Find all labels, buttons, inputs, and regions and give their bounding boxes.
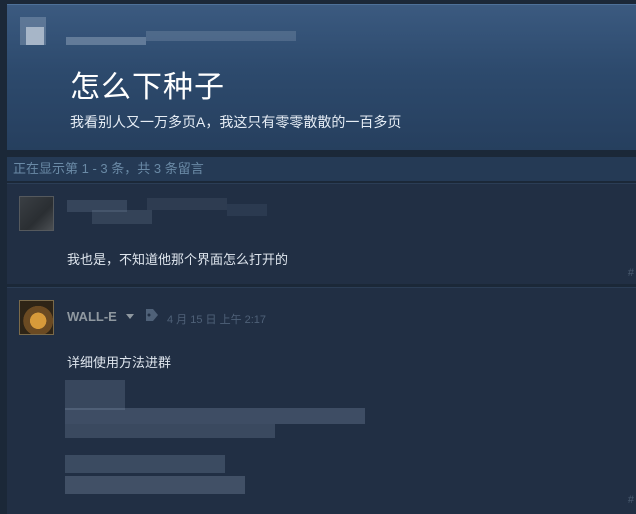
comment-count-bar: 正在显示第 1 - 3 条，共 3 条留言: [7, 157, 636, 181]
comment-item: 我也是，不知道他那个界面怎么打开的 #: [7, 183, 636, 284]
comment-hash[interactable]: #: [628, 494, 634, 506]
comment-text: 详细使用方法进群: [67, 355, 172, 370]
comment-hash[interactable]: #: [628, 267, 634, 279]
comment-item: WALL-E 4 月 15 日 上午 2:17 详细使用方法进群 #: [7, 287, 636, 514]
topic-body: 我看别人又一万多页A，我这只有零零散散的一百多页: [70, 114, 402, 130]
topic-author-blurred: [16, 13, 296, 59]
author-name[interactable]: WALL-E: [67, 309, 117, 324]
comment-text: 我也是，不知道他那个界面怎么打开的: [67, 252, 289, 267]
avatar[interactable]: [19, 300, 54, 335]
comment-timestamp: 4 月 15 日 上午 2:17: [167, 314, 267, 326]
topic-header: 怎么下种子 我看别人又一万多页A，我这只有零零散散的一百多页: [7, 4, 636, 150]
avatar[interactable]: [19, 196, 54, 231]
tag-icon: [146, 309, 158, 321]
chevron-down-icon[interactable]: [126, 314, 134, 319]
topic-title: 怎么下种子: [70, 71, 225, 104]
